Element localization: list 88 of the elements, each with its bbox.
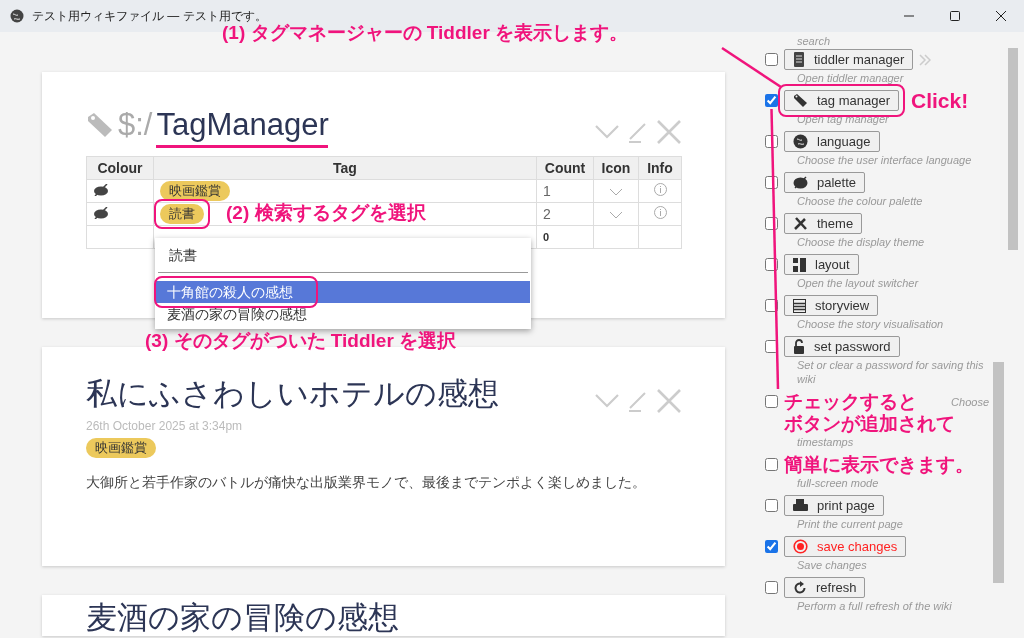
annotation-text: 簡単に表示できます。 — [784, 454, 974, 476]
tag-pill[interactable]: 映画鑑賞 — [160, 181, 230, 201]
toolbar-checkbox[interactable] — [765, 340, 778, 353]
count-cell: 0 — [536, 225, 594, 249]
document-icon — [793, 52, 805, 67]
sidebar-text: search — [797, 34, 831, 48]
dropdown-option[interactable]: 麦酒の家の冒険の感想 — [156, 303, 530, 325]
column-header: Colour — [86, 156, 154, 180]
toolbar-button[interactable]: tag manager — [784, 90, 899, 111]
count-cell: 2 — [536, 202, 594, 226]
info-icon[interactable] — [653, 183, 667, 196]
toolbar-checkbox[interactable] — [765, 458, 778, 471]
toolbar-checkbox[interactable] — [765, 94, 778, 107]
button-description: Open the layout switcher — [797, 276, 919, 290]
tag-icon — [793, 93, 808, 108]
toolbar-checkbox[interactable] — [765, 395, 778, 408]
button-description: Choose the display theme — [797, 235, 925, 249]
annotation-text: チェックすると — [784, 391, 917, 413]
toolbar-button[interactable]: print page — [784, 495, 884, 516]
toolbar-button[interactable]: theme — [784, 213, 863, 234]
column-header: Tag — [153, 156, 537, 180]
annotation-text: (3) そのタグがついた Tiddler を選択 — [145, 330, 457, 353]
button-description: timestamps — [797, 435, 854, 449]
info-icon[interactable] — [653, 206, 667, 219]
annotation-text: (1) タグマネージャーの Tiddler を表示します。 — [222, 22, 629, 45]
toolbar-checkbox[interactable] — [765, 581, 778, 594]
dropdown-option[interactable]: 十角館の殺人の感想 — [156, 281, 530, 303]
annotation-text: ボタンが追加されて — [784, 413, 955, 435]
count-cell: 1 — [536, 179, 594, 203]
tag-icon — [86, 110, 114, 139]
annotation-text: (2) 検索するタグを選択 — [226, 202, 426, 225]
toolbar-button[interactable]: language — [784, 131, 880, 152]
column-header: Info — [638, 156, 682, 180]
paint-icon[interactable] — [93, 184, 109, 196]
button-description: full-screen mode — [797, 476, 879, 490]
tiddler-body: 大御所と若手作家のバトルが痛快な出版業界モノで、最後までテンポよく楽しめました。 — [86, 474, 647, 492]
globe-icon — [793, 134, 808, 149]
button-description: Choose the colour palette — [797, 194, 923, 208]
record-icon — [793, 539, 808, 554]
toolbar-button[interactable]: tiddler manager — [784, 49, 914, 70]
toolbar-checkbox[interactable] — [765, 135, 778, 148]
toolbar-checkbox[interactable] — [765, 499, 778, 512]
search-input[interactable]: 読書 — [158, 242, 528, 273]
tools-icon — [793, 216, 808, 231]
annotation-text: Click! — [911, 88, 969, 114]
leader-line — [721, 46, 782, 89]
column-header: Icon — [593, 156, 639, 180]
modified-date: 26th October 2025 at 3:34pm — [86, 419, 244, 433]
toolbar-checkbox[interactable] — [765, 258, 778, 271]
tiddler-title: TagManager — [156, 106, 329, 144]
toolbar-button[interactable]: refresh — [784, 577, 866, 598]
toolbar-checkbox[interactable] — [765, 299, 778, 312]
toolbar-checkbox[interactable] — [765, 53, 778, 66]
globe-icon — [10, 9, 24, 23]
button-description: Save changes — [797, 558, 867, 572]
button-description: Open tiddler manager — [797, 71, 904, 85]
printer-icon — [793, 498, 808, 513]
toolbar-button[interactable]: palette — [784, 172, 866, 193]
tiddler-title: 麦酒の家の冒険の感想 — [86, 599, 399, 637]
layout-icon — [793, 257, 806, 272]
toolbar-button[interactable]: layout — [784, 254, 859, 275]
tag-pill[interactable]: 読書 — [160, 204, 204, 224]
scrollbar[interactable] — [993, 362, 1004, 583]
toolbar-checkbox[interactable] — [765, 217, 778, 230]
highlight-ring — [154, 199, 210, 229]
chevron-down-icon[interactable] — [609, 211, 623, 219]
toolbar-button[interactable]: set password — [784, 336, 900, 357]
tag-pill[interactable]: 映画鑑賞 — [86, 438, 156, 458]
button-description: Print the current page — [797, 517, 903, 531]
button-description: Set or clear a password for saving this wiki — [797, 358, 985, 386]
column-header: Count — [536, 156, 594, 180]
button-description: Choose the user interface language — [797, 153, 972, 167]
button-description: Perform a full refresh of the wiki — [797, 599, 952, 613]
scrollbar[interactable] — [1008, 48, 1018, 250]
button-description: Choose the story visualisation — [797, 317, 944, 331]
toolbar-checkbox[interactable] — [765, 540, 778, 553]
list-icon — [793, 298, 806, 313]
padlock-icon — [793, 339, 805, 354]
toolbar-checkbox[interactable] — [765, 176, 778, 189]
window-title: テスト用ウィキファイル — テスト用です。 — [32, 7, 268, 24]
palette-icon — [793, 175, 808, 190]
tiddler-title: 私にふさわしいホテルの感想 — [86, 375, 499, 413]
paint-icon[interactable] — [93, 207, 109, 219]
title-prefix: $:/ — [118, 106, 153, 143]
button-description: Choose — [951, 394, 989, 409]
chevron-down-icon[interactable] — [609, 188, 623, 196]
refresh-icon — [793, 580, 807, 595]
toolbar-button[interactable]: storyview — [784, 295, 879, 316]
